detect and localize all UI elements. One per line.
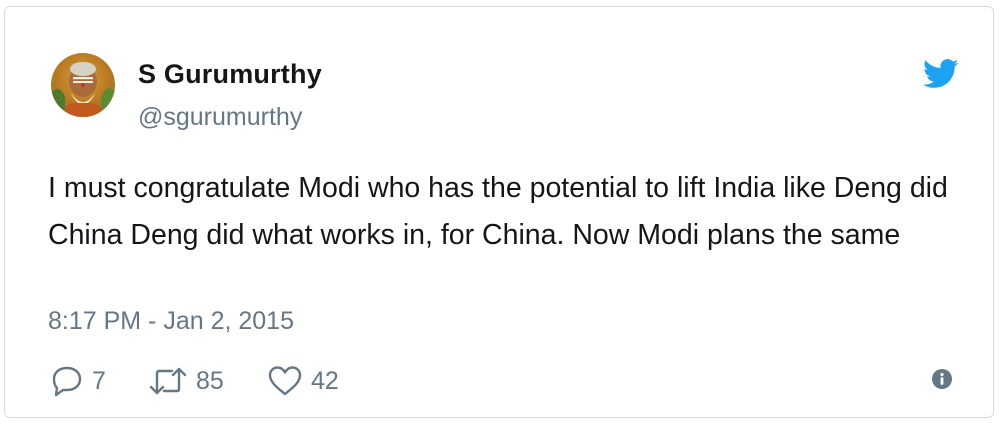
reply-count: 7 — [92, 366, 106, 395]
like-count: 42 — [311, 366, 339, 395]
reply-button[interactable]: 7 — [50, 364, 106, 398]
retweet-count: 85 — [196, 366, 224, 395]
retweet-arrows-icon — [148, 366, 188, 396]
user-handle[interactable]: @sgurumurthy — [138, 103, 302, 132]
heart-icon — [267, 365, 303, 397]
tweet-text: I must congratulate Modi who has the pot… — [48, 172, 948, 251]
twitter-bird-icon[interactable] — [923, 59, 959, 89]
profile-photo — [51, 53, 115, 117]
tweet-card: S Gurumurthy @sgurumurthy I must congrat… — [4, 6, 994, 418]
avatar[interactable] — [51, 53, 115, 117]
like-button[interactable]: 42 — [267, 364, 339, 398]
reply-bubble-icon — [50, 365, 84, 397]
display-name[interactable]: S Gurumurthy — [138, 59, 322, 90]
info-icon[interactable] — [931, 368, 953, 390]
tweet-timestamp[interactable]: 8:17 PM - Jan 2, 2015 — [48, 307, 294, 336]
retweet-button[interactable]: 85 — [148, 364, 224, 398]
